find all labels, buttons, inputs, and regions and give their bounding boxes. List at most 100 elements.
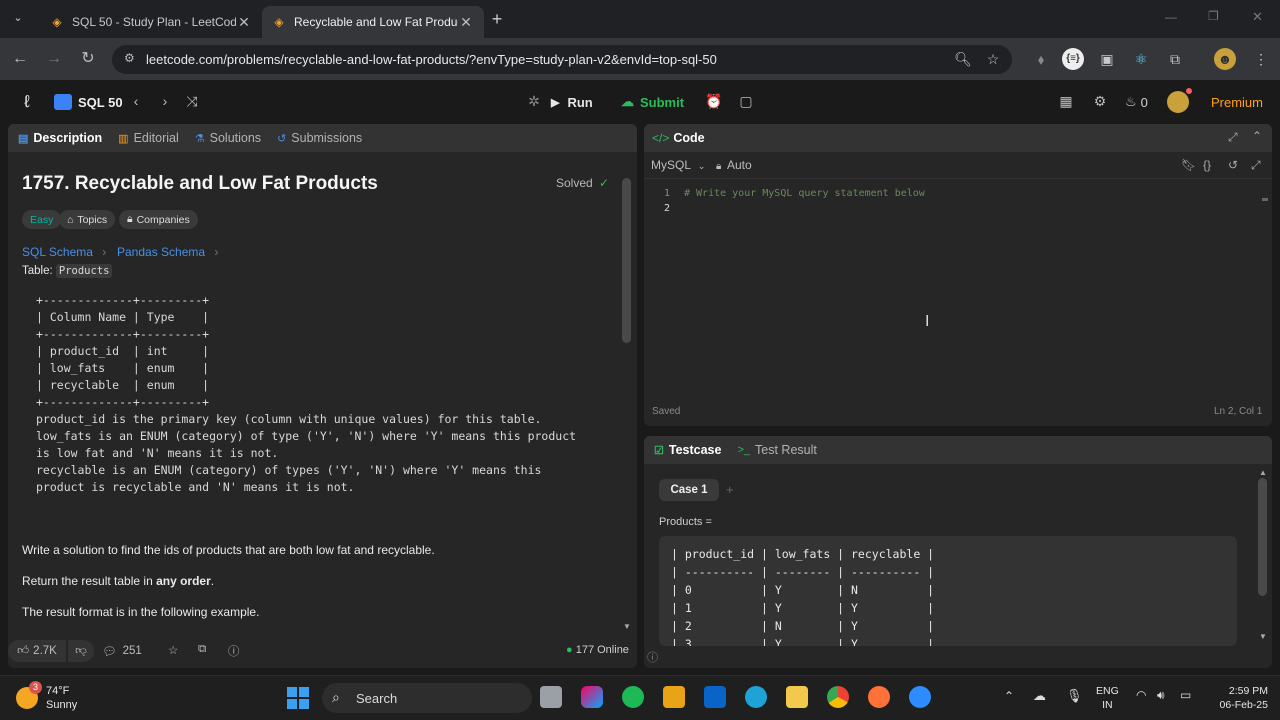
browser-tab-sql50[interactable]: ◈ SQL 50 - Study Plan - LeetCode ✕ <box>40 6 262 38</box>
site-settings-icon[interactable]: ⚙ <box>124 51 135 65</box>
minimize-window-button[interactable]: — <box>1165 10 1181 24</box>
auto-mode[interactable]: 🔒︎ Auto <box>716 158 752 172</box>
testcase-input[interactable]: | product_id | low_fats | recyclable | |… <box>659 536 1237 646</box>
profile-avatar[interactable]: ☻ <box>1214 48 1236 70</box>
battery-icon[interactable]: ▭ <box>1180 688 1191 702</box>
firefox-icon[interactable] <box>868 686 890 708</box>
language-select[interactable]: MySQL ⌄ <box>651 158 705 172</box>
horizontal-resize-handle[interactable] <box>644 428 1272 434</box>
chrome-icon[interactable] <box>827 686 849 708</box>
submit-button[interactable]: ☁ Submit <box>621 91 691 113</box>
browser-tab-recyclable[interactable]: ◈ Recyclable and Low Fat Product ✕ <box>262 6 484 38</box>
edge-icon[interactable] <box>745 686 767 708</box>
tab-test-result[interactable]: >_ Test Result <box>737 443 816 457</box>
previous-problem-icon[interactable]: ‹ <box>129 93 143 109</box>
description-icon: ▤ <box>18 132 29 145</box>
code-line[interactable]: # Write your MySQL query statement below <box>684 188 925 199</box>
topics-button[interactable]: ⌂ Topics <box>59 210 116 229</box>
notepad-icon[interactable] <box>663 686 685 708</box>
microphone-icon[interactable]: 🎙︎ <box>1066 688 1083 704</box>
like-button[interactable]: 👍︎ 2.7K <box>8 640 66 662</box>
timer-icon[interactable]: ⏰ <box>705 93 723 110</box>
help-icon[interactable]: ⓘ <box>228 643 240 659</box>
dislike-button[interactable]: 👎︎ <box>68 640 94 662</box>
clock[interactable]: 2:59 PM 06-Feb-25 <box>1214 684 1268 712</box>
pandas-schema-link[interactable]: Pandas Schema › <box>117 245 218 259</box>
shuffle-icon[interactable]: ⤨ <box>183 93 201 110</box>
scroll-down-arrow-icon[interactable]: ▼ <box>623 622 631 631</box>
windows-start-icon[interactable] <box>287 687 309 709</box>
tab-solutions[interactable]: ⚗ Solutions <box>195 131 261 145</box>
editor-scrollbar[interactable] <box>1262 198 1268 201</box>
close-tab-icon[interactable]: ✕ <box>236 14 252 31</box>
onedrive-cloud-icon[interactable]: ☁ <box>1033 688 1046 704</box>
zoom-app-icon[interactable] <box>909 686 931 708</box>
copilot-icon[interactable] <box>581 686 603 708</box>
close-tab-icon[interactable]: ✕ <box>458 14 474 31</box>
file-explorer-window-icon[interactable] <box>540 686 562 708</box>
extension-react-icon[interactable]: ⚛ <box>1130 48 1152 70</box>
console-help-icon[interactable]: ⓘ <box>647 649 658 665</box>
expand-icon[interactable]: ⤢ <box>1228 130 1238 145</box>
reset-code-icon[interactable]: ↺ <box>1228 158 1238 172</box>
zoom-icon[interactable]: 🔍︎ <box>952 48 974 70</box>
description-scrollbar[interactable] <box>622 178 631 343</box>
reload-icon[interactable]: ↻ <box>78 49 98 69</box>
next-problem-icon[interactable]: › <box>158 93 172 109</box>
study-plan-button[interactable]: SQL 50 <box>54 92 123 112</box>
sql-schema-link[interactable]: SQL Schema › <box>22 245 106 259</box>
wifi-icon[interactable]: ◠ <box>1136 688 1146 702</box>
run-button[interactable]: ▶ Run <box>551 91 611 113</box>
order-bold: any order <box>156 574 211 588</box>
bookmark-icon[interactable]: 🔖︎ <box>1181 158 1196 172</box>
companies-button[interactable]: 🔒︎ Companies <box>119 210 198 229</box>
extension-droplet-icon[interactable]: ⬧ <box>1030 48 1052 70</box>
leetcode-logo-icon[interactable]: ℓ <box>17 92 37 112</box>
language-indicator[interactable]: ENG IN <box>1096 684 1119 712</box>
spotify-icon[interactable] <box>622 686 644 708</box>
scroll-down-arrow-icon[interactable]: ▼ <box>1259 632 1267 641</box>
scroll-up-arrow-icon[interactable]: ▲ <box>1259 468 1267 477</box>
back-arrow-icon[interactable]: ← <box>10 49 30 69</box>
notes-icon[interactable]: ▢ <box>737 93 755 110</box>
weather-widget[interactable]: 74°F Sunny <box>16 682 77 714</box>
show-hidden-icons-chevron-icon[interactable]: ⌃ <box>1004 689 1014 703</box>
vertical-resize-handle[interactable] <box>639 124 642 668</box>
share-icon[interactable]: ⧉ <box>198 643 206 656</box>
add-case-button[interactable]: + <box>726 482 734 497</box>
browser-menu-icon[interactable]: ⋮ <box>1250 48 1272 70</box>
description-tabs: ▤ Description ▥ Editorial ⚗ Solutions ↺ … <box>8 124 637 152</box>
user-avatar[interactable] <box>1167 91 1189 113</box>
layout-icon[interactable]: ▦ <box>1057 93 1075 110</box>
testcase-scrollbar[interactable] <box>1258 478 1267 596</box>
taskbar-search[interactable]: ⌕ Search <box>322 683 532 713</box>
tab-submissions[interactable]: ↺ Submissions <box>277 131 362 145</box>
settings-gear-icon[interactable]: ⚙ <box>1091 93 1109 110</box>
tab-description[interactable]: ▤ Description <box>18 131 102 145</box>
fullscreen-icon[interactable]: ⤢ <box>1251 158 1261 173</box>
extension-screen-icon[interactable]: ▣ <box>1096 48 1118 70</box>
tab-editorial[interactable]: ▥ Editorial <box>118 131 179 145</box>
address-bar[interactable]: ⚙ leetcode.com/problems/recyclable-and-l… <box>112 45 1012 74</box>
comments-button[interactable]: 💬︎ 251 <box>102 640 142 662</box>
favorite-star-icon[interactable]: ☆ <box>168 643 178 657</box>
folder-icon[interactable] <box>786 686 808 708</box>
debug-icon[interactable]: ✲ <box>525 93 543 110</box>
maximize-window-button[interactable]: ❐ <box>1208 9 1224 23</box>
premium-button[interactable]: Premium <box>1202 91 1272 113</box>
close-window-button[interactable]: ✕ <box>1252 9 1268 25</box>
forward-arrow-icon[interactable]: → <box>44 49 64 69</box>
extension-json-icon[interactable]: {≡} <box>1062 48 1084 70</box>
tab-testcase[interactable]: ☑ Testcase <box>654 443 721 457</box>
outlook-icon[interactable] <box>704 686 726 708</box>
collapse-chevron-icon[interactable]: ⌃ <box>1252 129 1262 143</box>
format-code-icon[interactable]: {} <box>1203 158 1211 172</box>
new-tab-button[interactable]: + <box>488 9 506 29</box>
case-1-tab[interactable]: Case 1 <box>659 479 719 501</box>
streak-counter[interactable]: ♨ 0 <box>1125 93 1148 111</box>
difficulty-badge[interactable]: Easy <box>22 210 62 229</box>
tab-search-button[interactable]: ⌄ <box>10 11 26 27</box>
bookmark-star-icon[interactable]: ☆ <box>982 48 1004 70</box>
volume-icon[interactable]: 🔊︎ <box>1157 688 1165 703</box>
extensions-puzzle-icon[interactable]: ⧉ <box>1164 48 1186 70</box>
